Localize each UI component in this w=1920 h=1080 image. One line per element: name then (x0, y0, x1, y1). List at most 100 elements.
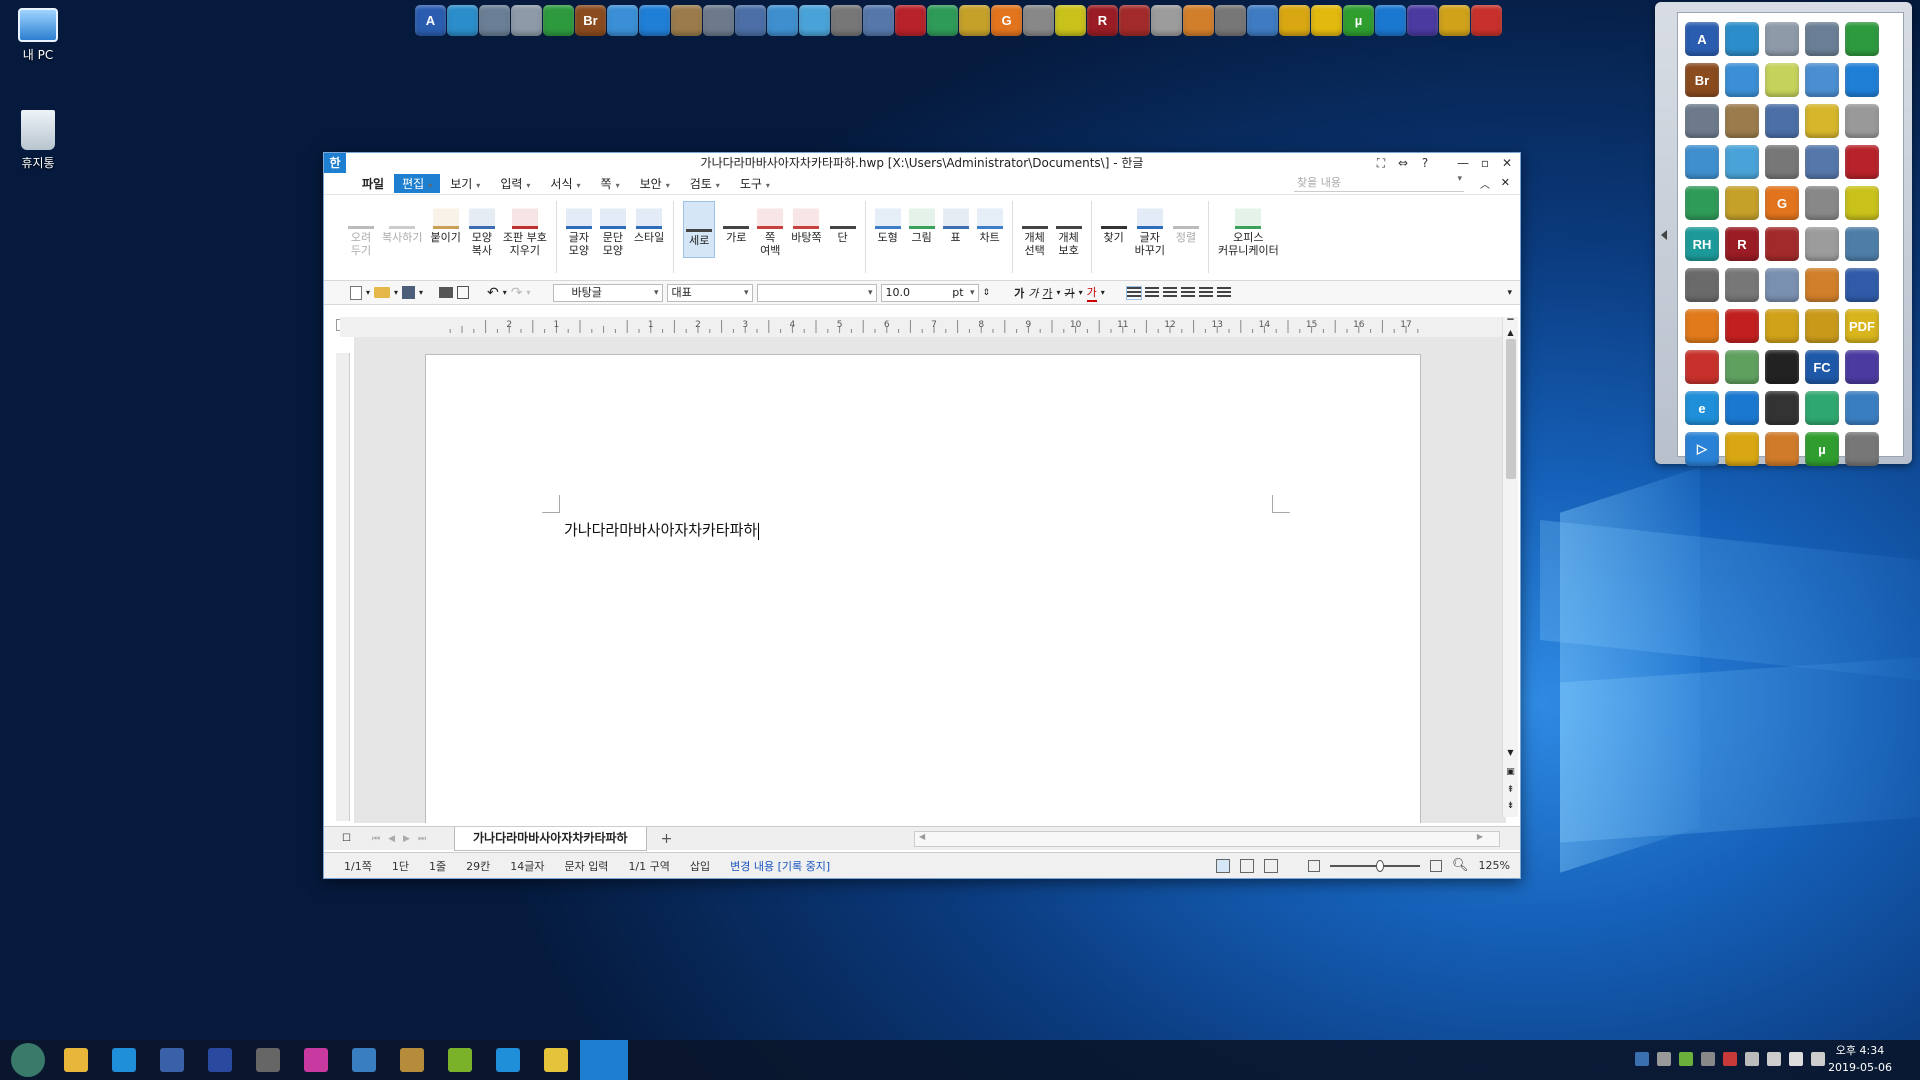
cpu-icon[interactable] (1407, 5, 1438, 36)
chevron-down-icon[interactable]: ▾ (1101, 288, 1105, 297)
font-size-select[interactable]: 10.0 pt (880, 283, 979, 302)
green-disk-icon[interactable] (1845, 22, 1879, 56)
play-icon[interactable]: ▷ (1685, 432, 1719, 466)
book-icon[interactable] (799, 5, 830, 36)
zoom-thumb[interactable] (1375, 859, 1384, 872)
disk-tool-icon[interactable] (1765, 145, 1799, 179)
ribbon-button-sort[interactable]: 정렬 (1172, 201, 1199, 244)
gear-blue-icon[interactable] (1805, 63, 1839, 97)
next-page-icon[interactable]: ⇟ (1503, 801, 1518, 811)
grid-yellow-icon[interactable] (1055, 5, 1086, 36)
box-icon[interactable] (1183, 5, 1214, 36)
status-item[interactable]: 14글자 (500, 858, 554, 874)
ribbon-button-format-painter[interactable]: 모양 복사 (468, 201, 495, 257)
teamviewer-icon[interactable] (1725, 391, 1759, 425)
status-item[interactable]: 삽입 (680, 858, 720, 874)
monitor-icon[interactable] (1765, 350, 1799, 384)
office-tri-icon[interactable] (1471, 5, 1502, 36)
utorrent-icon[interactable]: µ (1805, 432, 1839, 466)
status-item[interactable]: 1/1쪽 (334, 858, 382, 874)
align-distribute-icon[interactable] (1198, 286, 1213, 299)
sun-icon[interactable] (1805, 104, 1839, 138)
chevron-down-icon[interactable]: ▾ (394, 288, 398, 297)
ribbon-button-style[interactable]: 스타일 (634, 201, 664, 244)
font-color-button[interactable]: 가 (1086, 284, 1097, 302)
scroll-thumb[interactable] (1505, 339, 1516, 479)
feather-icon[interactable] (959, 5, 990, 36)
ribbon-button-replace-char[interactable]: 글자 바꾸기 (1135, 201, 1165, 257)
triangle-icon[interactable] (1725, 432, 1759, 466)
page-view-icon[interactable]: ▣ (1503, 767, 1518, 777)
book-icon[interactable] (1725, 145, 1759, 179)
drive-icon[interactable] (511, 5, 542, 36)
taskbar-r[interactable] (388, 1040, 436, 1080)
underline-button[interactable]: 가 (1042, 285, 1052, 301)
chevron-down-icon[interactable]: ▾ (419, 288, 423, 297)
desktop-icon-recycle-bin[interactable]: 휴지통 (0, 110, 76, 171)
trash-icon[interactable] (1845, 432, 1879, 466)
maximize-button[interactable]: ▫ (1478, 153, 1492, 173)
hdd-icon[interactable] (1685, 268, 1719, 302)
pen-icon[interactable] (1685, 145, 1719, 179)
usb-icon[interactable] (1215, 5, 1246, 36)
ribbon-button-portrait[interactable]: 세로 (683, 201, 716, 258)
pdf-icon[interactable]: PDF (1845, 309, 1879, 343)
chevron-down-icon[interactable]: ▾ (1056, 288, 1060, 297)
ribbon-button-picture[interactable]: 그림 (908, 201, 935, 244)
taskbar-monitor[interactable] (340, 1040, 388, 1080)
undo-icon[interactable]: ↶ (487, 285, 499, 301)
ie-icon[interactable]: e (1685, 391, 1719, 425)
ribbon-button-landscape[interactable]: 가로 (723, 201, 750, 244)
scroll-left-icon[interactable]: ◀ (919, 832, 925, 841)
ribbon-button-char-shape[interactable]: 글자 모양 (565, 201, 592, 257)
globe-frame-icon[interactable] (447, 5, 478, 36)
style-select[interactable]: 바탕글 (552, 283, 663, 302)
chevron-down-icon[interactable]: ▾ (1457, 174, 1462, 184)
rh-icon[interactable]: RH (1685, 227, 1719, 261)
prev-page-icon[interactable]: ⇞ (1503, 785, 1518, 795)
taskbar-file-explorer[interactable] (52, 1040, 100, 1080)
globe-frame-icon[interactable] (1725, 22, 1759, 56)
status-item[interactable]: 29칸 (456, 858, 500, 874)
usb-icon[interactable] (1725, 268, 1759, 302)
pen-icon[interactable] (767, 5, 798, 36)
memory-icon[interactable] (1765, 391, 1799, 425)
usb-stick-icon[interactable] (1845, 104, 1879, 138)
bold-button[interactable]: 가 (1014, 285, 1024, 301)
network-icon[interactable] (735, 5, 766, 36)
italic-button[interactable]: 가 (1028, 285, 1038, 301)
close-button[interactable]: ✕ (1500, 153, 1514, 173)
tab-nav-arrows[interactable]: ⏮◀▶⏭ (372, 834, 434, 844)
feather-icon[interactable] (1765, 63, 1799, 97)
align-center-icon[interactable] (1162, 286, 1177, 299)
menu-8[interactable]: 도구 ▾ (730, 175, 780, 192)
floppy-icon[interactable] (1845, 268, 1879, 302)
zoom-slider[interactable] (1330, 859, 1421, 872)
panels-icon[interactable] (1805, 391, 1839, 425)
search-input[interactable]: 찾을 내용 ▾ (1294, 174, 1464, 192)
clock[interactable]: 오후 4:34 2019-05-06 (1828, 1042, 1892, 1076)
green-disk-icon[interactable] (543, 5, 574, 36)
disc-icon[interactable] (1805, 227, 1839, 261)
utorrent-icon[interactable]: µ (1343, 5, 1374, 36)
close-doc-icon[interactable]: ✕ (1501, 176, 1510, 189)
remote-icon[interactable] (1845, 391, 1879, 425)
office-tri-icon[interactable] (1685, 350, 1719, 384)
grid-yellow-icon[interactable] (1845, 186, 1879, 220)
network-tray-icon[interactable] (1657, 1052, 1671, 1066)
stack-icon[interactable] (1685, 104, 1719, 138)
keyboard-icon[interactable] (1635, 1052, 1649, 1066)
ribbon-button-communicator[interactable]: 오피스 커뮤니케이터 (1218, 201, 1279, 257)
menu-2[interactable]: 보기 ▾ (440, 175, 490, 192)
minimize-button[interactable]: — (1456, 153, 1470, 173)
taskbar-qr[interactable] (196, 1040, 244, 1080)
blocks-icon[interactable] (1725, 63, 1759, 97)
status-item[interactable]: 문자 입력 (554, 858, 618, 874)
ribbon-button-copy[interactable]: 복사하기 (382, 201, 422, 244)
ribbon-button-table[interactable]: 표 (942, 201, 969, 244)
new-doc-icon[interactable] (350, 285, 362, 300)
align-split-icon[interactable] (1216, 286, 1231, 299)
drive-icon[interactable] (1765, 22, 1799, 56)
cpu-icon[interactable] (1845, 350, 1879, 384)
ribbon-button-chart[interactable]: 차트 (976, 201, 1003, 244)
